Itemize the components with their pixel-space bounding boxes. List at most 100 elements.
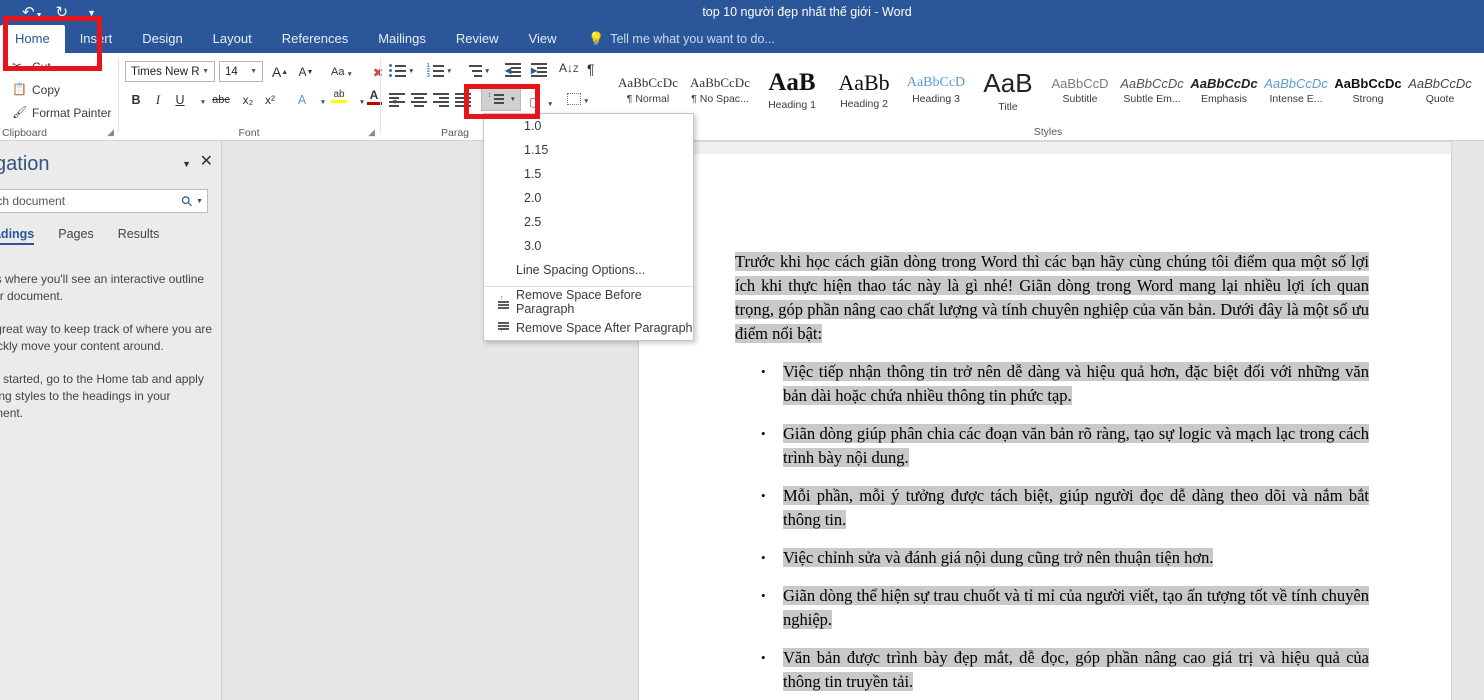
clipboard-dialog-launcher[interactable]: ◢ bbox=[107, 127, 114, 138]
style-label: Subtitle bbox=[1062, 92, 1098, 105]
style-preview: AaBbCcDc bbox=[1334, 75, 1402, 91]
bold-button[interactable]: B bbox=[125, 89, 147, 111]
tab-layout[interactable]: Layout bbox=[198, 25, 267, 53]
italic-button[interactable]: I bbox=[147, 89, 169, 111]
document-page[interactable]: Trước khi học cách giãn dòng trong Word … bbox=[638, 154, 1452, 700]
nav-tab-results[interactable]: Results bbox=[118, 227, 160, 245]
center-button[interactable] bbox=[411, 93, 427, 107]
style-preview: AaB bbox=[983, 67, 1033, 98]
line-spacing-option-3-0[interactable]: 3.0 bbox=[484, 234, 693, 258]
nav-tab-headings[interactable]: Headings bbox=[0, 227, 35, 245]
line-spacing-option-2-0[interactable]: 2.0 bbox=[484, 186, 693, 210]
remove-space-after-paragraph-item[interactable]: ↑ Remove Space After Paragraph bbox=[484, 315, 693, 341]
shrink-font-button[interactable]: A ▼ bbox=[295, 61, 317, 83]
font-name-input[interactable]: Times New Ro ▼ bbox=[125, 61, 215, 82]
line-spacing-option-1-0[interactable]: 1.0 bbox=[484, 114, 693, 138]
line-spacing-dropdown-menu[interactable]: 1.0 1.15 1.5 2.0 2.5 3.0 Line Spacing Op… bbox=[483, 113, 694, 341]
style-emphasis[interactable]: AaBbCcDc Emphasis bbox=[1188, 55, 1260, 125]
lightbulb-icon: 💡 bbox=[588, 31, 605, 46]
style-intense-emphasis[interactable]: AaBbCcDc Intense E... bbox=[1260, 55, 1332, 125]
format-painter-icon: 🖌 bbox=[12, 105, 28, 119]
remove-space-before-paragraph-item[interactable]: ↑ Remove Space Before Paragraph bbox=[484, 288, 693, 316]
change-case-button[interactable]: Aa ▼ bbox=[325, 61, 359, 83]
strikethrough-button[interactable]: abc bbox=[207, 89, 235, 111]
style-preview: AaB bbox=[768, 69, 816, 96]
justify-button[interactable] bbox=[455, 93, 471, 107]
search-placeholder: Search document bbox=[0, 194, 66, 208]
highlighted-text: Việc tiếp nhận thông tin trở nên dễ dàng… bbox=[783, 362, 1369, 405]
copy-button[interactable]: 📋 Copy bbox=[12, 82, 60, 97]
navigation-pane-close-button[interactable]: ✕ bbox=[200, 154, 213, 170]
line-spacing-options-menu-item[interactable]: Line Spacing Options... bbox=[484, 258, 693, 282]
grow-font-button[interactable]: A ▲ bbox=[269, 61, 291, 83]
numbering-button[interactable]: 1 2 3 ▼ bbox=[427, 63, 452, 79]
navigation-search-input[interactable]: Search document ⚲ ▼ bbox=[0, 189, 208, 213]
highlight-swatch bbox=[331, 100, 347, 103]
group-label-clipboard: Clipboard bbox=[2, 127, 47, 139]
sort-button[interactable]: A↓Z bbox=[559, 61, 579, 75]
tab-home[interactable]: Home bbox=[0, 25, 65, 53]
tab-insert[interactable]: Insert bbox=[65, 25, 128, 53]
style-title[interactable]: AaB Title bbox=[972, 55, 1044, 125]
align-center-icon bbox=[411, 93, 427, 107]
format-painter-button[interactable]: 🖌 Format Painter bbox=[12, 105, 111, 120]
style-heading-3[interactable]: AaBbCcD Heading 3 bbox=[900, 55, 972, 125]
line-and-paragraph-spacing-button[interactable]: ↕ ▼ bbox=[481, 87, 521, 111]
sort-icon: A↓Z bbox=[559, 61, 579, 75]
cut-label: Cut bbox=[32, 59, 51, 74]
line-spacing-icon: ↕ bbox=[488, 92, 504, 105]
bullets-button[interactable]: ▼ bbox=[389, 63, 414, 77]
tab-review[interactable]: Review bbox=[441, 25, 514, 53]
style-no-spacing[interactable]: AaBbCcDc ¶ No Spac... bbox=[684, 55, 756, 125]
style-heading-1[interactable]: AaB Heading 1 bbox=[756, 55, 828, 125]
style-preview: AaBbCcDc bbox=[690, 75, 750, 90]
line-spacing-option-1-5[interactable]: 1.5 bbox=[484, 162, 693, 186]
style-subtitle[interactable]: AaBbCcD Subtitle bbox=[1044, 55, 1116, 125]
tab-mailings[interactable]: Mailings bbox=[363, 25, 441, 53]
style-preview: AaBbCcD bbox=[1051, 75, 1109, 91]
remove-space-before-label: Remove Space Before Paragraph bbox=[516, 288, 642, 316]
superscript-button[interactable]: x² bbox=[259, 89, 281, 111]
align-right-button[interactable] bbox=[433, 93, 449, 107]
increase-indent-button[interactable]: ▶ bbox=[531, 63, 547, 77]
style-strong[interactable]: AaBbCcDc Strong bbox=[1332, 55, 1404, 125]
list-item: Văn bản được trình bày đẹp mắt, dễ đọc, … bbox=[761, 646, 1369, 694]
tell-me-search[interactable]: 💡 Tell me what you want to do... bbox=[588, 25, 775, 53]
align-left-icon bbox=[389, 93, 405, 107]
subscript-icon: x₂ bbox=[242, 93, 254, 107]
document-bullet-list: Việc tiếp nhận thông tin trở nên dễ dàng… bbox=[735, 360, 1369, 694]
document-body[interactable]: Trước khi học cách giãn dòng trong Word … bbox=[735, 250, 1369, 700]
style-preview: AaBbCcD bbox=[906, 75, 966, 90]
show-formatting-marks-button[interactable]: ¶ bbox=[587, 61, 595, 77]
nav-hint-2: It's a great way to keep track of where … bbox=[0, 322, 213, 353]
style-subtle-emphasis[interactable]: AaBbCcDc Subtle Em... bbox=[1116, 55, 1188, 125]
style-label: ¶ No Spac... bbox=[691, 93, 749, 105]
cut-button[interactable]: ✂ Cut bbox=[12, 59, 51, 74]
borders-button[interactable]: ▼ bbox=[567, 93, 589, 105]
line-spacing-option-2-5[interactable]: 2.5 bbox=[484, 210, 693, 234]
font-dialog-launcher[interactable]: ◢ bbox=[368, 127, 375, 138]
style-label: Strong bbox=[1352, 92, 1384, 105]
tab-design[interactable]: Design bbox=[127, 25, 197, 53]
document-intro-paragraph: Trước khi học cách giãn dòng trong Word … bbox=[735, 250, 1369, 346]
line-spacing-option-1-15[interactable]: 1.15 bbox=[484, 138, 693, 162]
decrease-indent-button[interactable]: ◀ bbox=[505, 63, 521, 77]
subscript-button[interactable]: x₂ bbox=[237, 89, 259, 111]
tab-references[interactable]: References bbox=[267, 25, 363, 53]
navigation-pane-options-button[interactable]: ▼ bbox=[182, 159, 191, 169]
style-quote[interactable]: AaBbCcDc Quote bbox=[1404, 55, 1476, 125]
ribbon: ✂ Cut 📋 Copy 🖌 Format Painter Clipboard … bbox=[0, 53, 1484, 141]
text-highlight-color-button[interactable]: ab bbox=[327, 85, 351, 107]
shading-button[interactable]: ▢ ▼ bbox=[529, 93, 553, 111]
font-size-input[interactable]: 14 ▼ bbox=[219, 61, 263, 82]
align-left-button[interactable] bbox=[389, 93, 405, 107]
tab-view[interactable]: View bbox=[514, 25, 572, 53]
multilevel-list-button[interactable]: ▼ bbox=[465, 63, 490, 77]
text-effects-button[interactable]: A bbox=[291, 89, 313, 111]
style-heading-2[interactable]: AaBb Heading 2 bbox=[828, 55, 900, 125]
document-canvas[interactable]: Trước khi học cách giãn dòng trong Word … bbox=[222, 141, 1484, 700]
font-size-value: 14 bbox=[225, 65, 238, 78]
nav-hint-1: This is where you'll see an interactive … bbox=[0, 272, 205, 303]
underline-button[interactable]: U bbox=[169, 89, 191, 111]
nav-tab-pages[interactable]: Pages bbox=[58, 227, 93, 245]
